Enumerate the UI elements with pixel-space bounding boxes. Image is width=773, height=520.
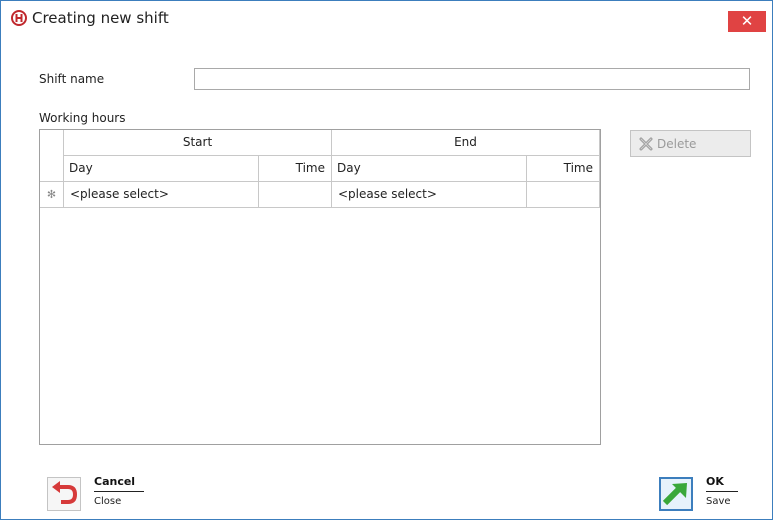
green-arrow-icon <box>661 483 691 512</box>
column-header-end-day[interactable]: Day <box>332 156 527 182</box>
start-day-cell[interactable]: <please select> <box>64 182 259 208</box>
column-header-start-time[interactable]: Time <box>259 156 332 182</box>
end-day-cell[interactable]: <please select> <box>332 182 527 208</box>
working-hours-label: Working hours <box>39 111 126 125</box>
ok-divider <box>706 491 738 492</box>
undo-arrow-icon <box>48 481 80 513</box>
title-bar: Creating new shift ✕ <box>1 1 772 35</box>
cancel-button[interactable] <box>47 477 81 511</box>
column-header-end-time[interactable]: Time <box>527 156 600 182</box>
cancel-subtitle: Close <box>94 496 122 507</box>
shift-name-input[interactable] <box>194 68 750 90</box>
close-button[interactable]: ✕ <box>728 11 766 32</box>
ok-title[interactable]: OK <box>706 475 724 488</box>
end-time-cell[interactable] <box>527 182 600 208</box>
delete-x-icon <box>639 137 653 151</box>
delete-button[interactable]: Delete <box>630 130 751 157</box>
column-header-start-day[interactable]: Day <box>64 156 259 182</box>
app-logo-icon <box>11 10 27 26</box>
dialog-window: Creating new shift ✕ Shift name Working … <box>0 0 773 520</box>
new-row-indicator: ✻ <box>40 182 64 208</box>
cancel-title[interactable]: Cancel <box>94 475 135 488</box>
window-title: Creating new shift <box>32 9 169 27</box>
grid-corner <box>40 130 64 182</box>
start-time-cell[interactable] <box>259 182 332 208</box>
working-hours-grid[interactable]: Start End Day Time Day Time ✻ <please se… <box>39 129 601 445</box>
ok-subtitle: Save <box>706 496 731 507</box>
column-group-start: Start <box>64 130 332 156</box>
cancel-divider <box>94 491 144 492</box>
column-group-end: End <box>332 130 600 156</box>
ok-button[interactable] <box>659 477 693 511</box>
shift-name-label: Shift name <box>39 72 105 86</box>
delete-label: Delete <box>657 137 697 151</box>
